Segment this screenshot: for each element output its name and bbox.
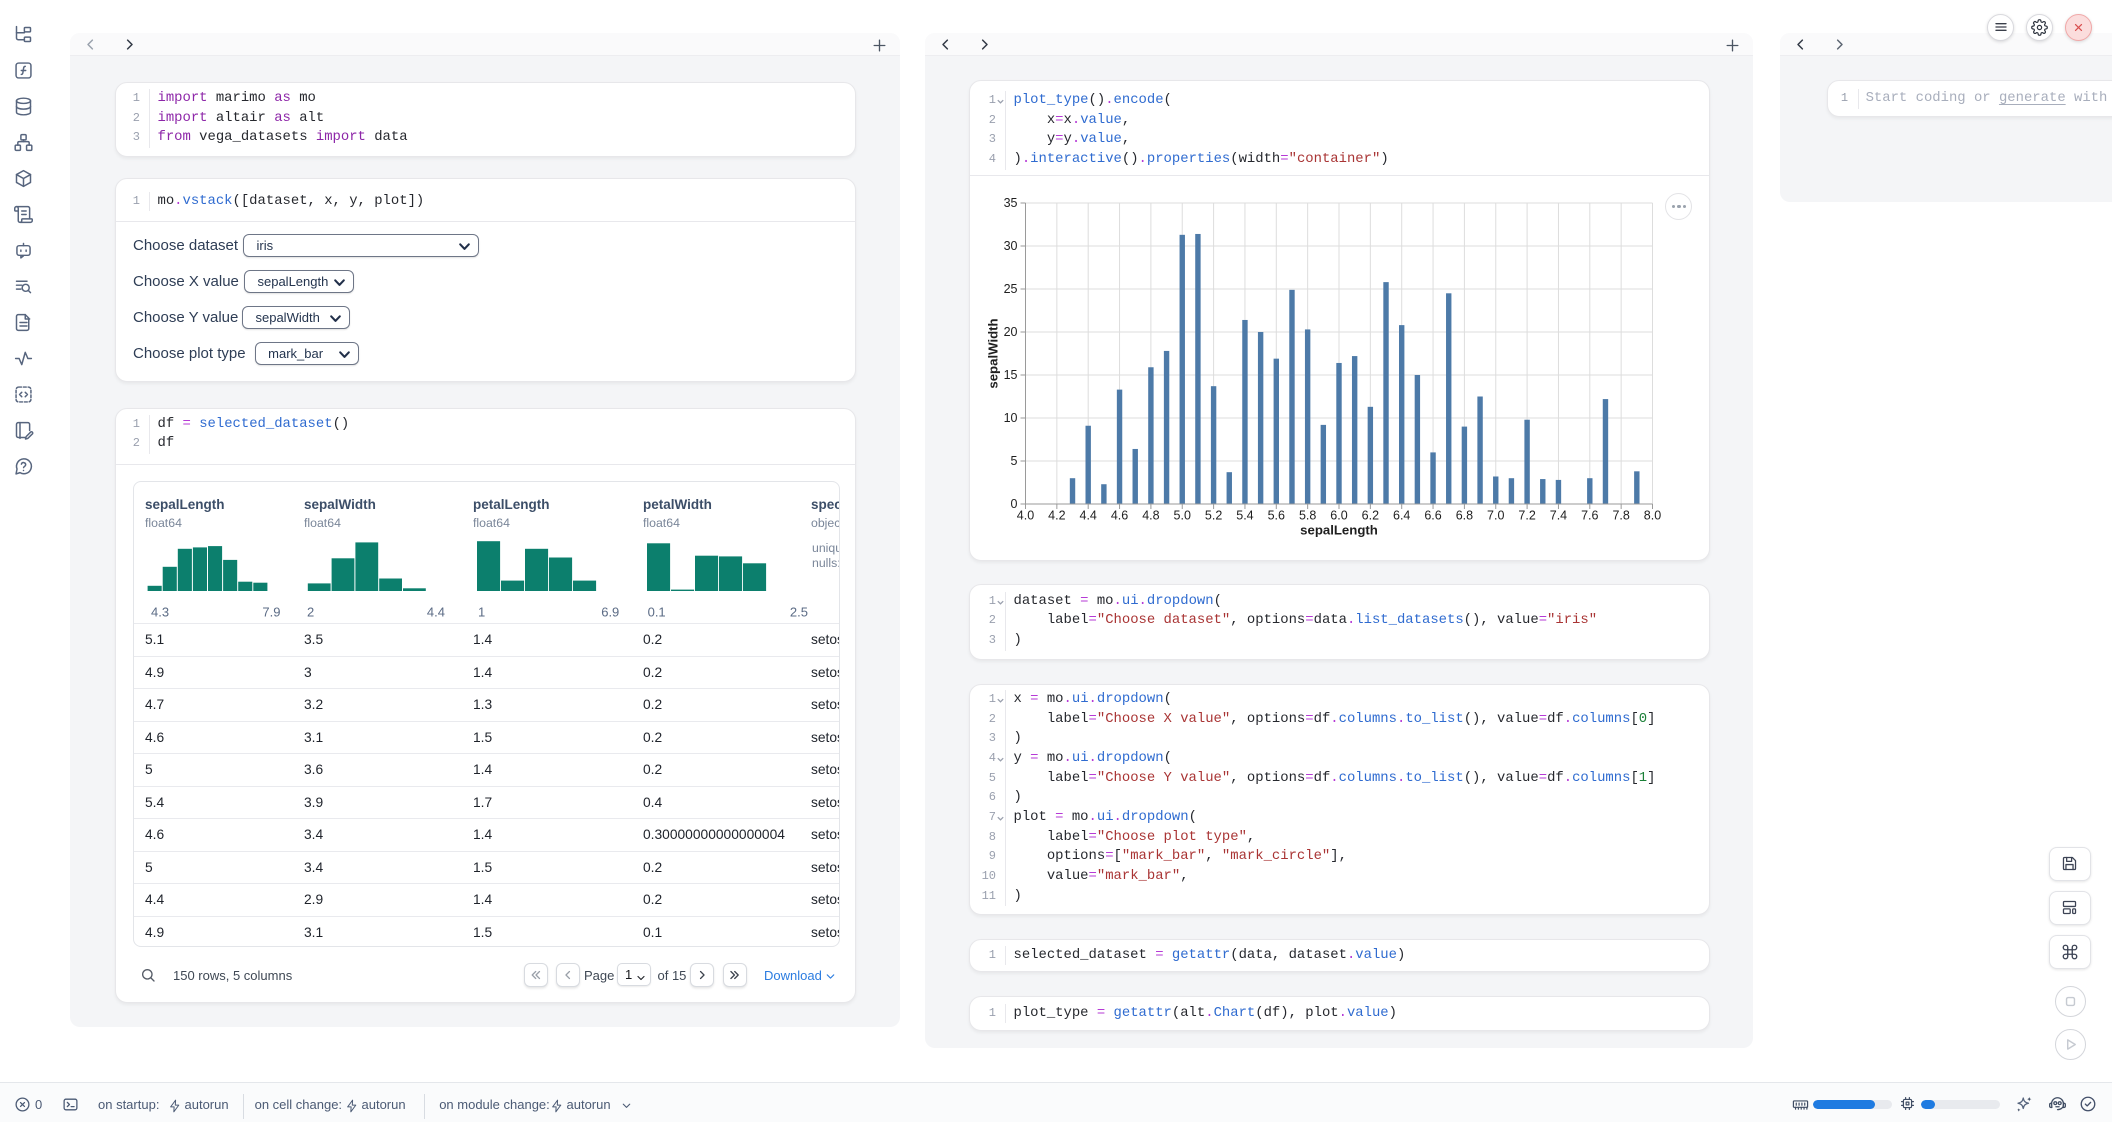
svg-text:15: 15 <box>1004 368 1018 382</box>
svg-text:7.6: 7.6 <box>1582 509 1599 523</box>
svg-text:7.8: 7.8 <box>1613 509 1630 523</box>
svg-text:7.4: 7.4 <box>1550 509 1567 523</box>
svg-text:2.5: 2.5 <box>790 605 808 620</box>
svg-text:7.2: 7.2 <box>1519 509 1536 523</box>
svg-text:6.6: 6.6 <box>1425 509 1442 523</box>
svg-text:5.6: 5.6 <box>1268 509 1285 523</box>
svg-text:4.3: 4.3 <box>151 605 169 620</box>
svg-text:4.6: 4.6 <box>1111 509 1128 523</box>
svg-text:4.4: 4.4 <box>1080 509 1097 523</box>
svg-text:2: 2 <box>307 605 314 620</box>
svg-text:20: 20 <box>1004 325 1018 339</box>
svg-text:7.9: 7.9 <box>262 605 280 620</box>
svg-text:4.4: 4.4 <box>427 605 445 620</box>
svg-text:5: 5 <box>1011 454 1018 468</box>
svg-text:1: 1 <box>478 605 485 620</box>
svg-text:sepalWidth: sepalWidth <box>986 318 1001 388</box>
svg-text:5.2: 5.2 <box>1205 509 1222 523</box>
svg-text:6.4: 6.4 <box>1393 509 1410 523</box>
svg-text:7.0: 7.0 <box>1488 509 1505 523</box>
svg-text:0.1: 0.1 <box>648 605 666 620</box>
svg-text:6.9: 6.9 <box>601 605 619 620</box>
svg-text:sepalLength: sepalLength <box>1301 523 1379 538</box>
svg-text:8.0: 8.0 <box>1644 509 1661 523</box>
svg-text:6.0: 6.0 <box>1331 509 1348 523</box>
svg-text:35: 35 <box>1004 196 1018 210</box>
svg-text:4.2: 4.2 <box>1049 509 1066 523</box>
svg-text:6.8: 6.8 <box>1456 509 1473 523</box>
svg-text:5.0: 5.0 <box>1174 509 1191 523</box>
svg-text:6.2: 6.2 <box>1362 509 1379 523</box>
svg-text:5.8: 5.8 <box>1299 509 1316 523</box>
svg-text:25: 25 <box>1004 282 1018 296</box>
svg-text:30: 30 <box>1004 239 1018 253</box>
svg-text:5.4: 5.4 <box>1237 509 1254 523</box>
svg-text:4.8: 4.8 <box>1143 509 1160 523</box>
svg-text:4.0: 4.0 <box>1017 509 1034 523</box>
svg-text:10: 10 <box>1004 411 1018 425</box>
